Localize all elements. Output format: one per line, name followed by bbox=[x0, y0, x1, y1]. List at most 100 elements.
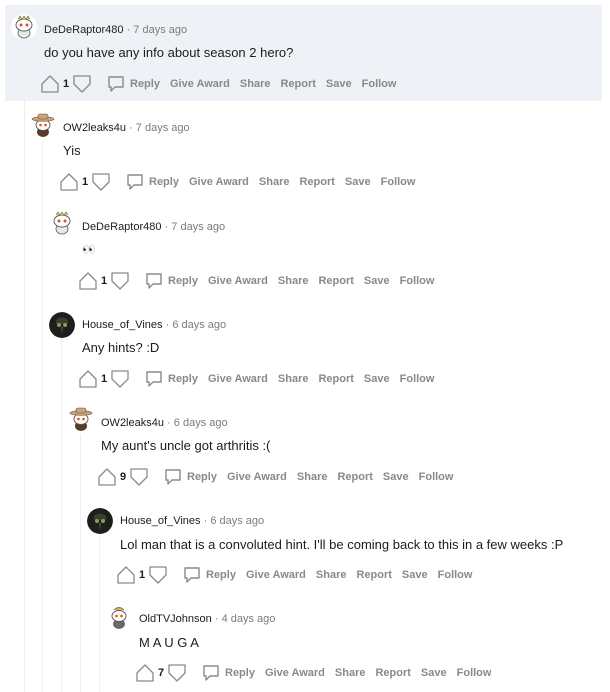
save-button[interactable]: Save bbox=[402, 569, 428, 581]
snoo-tv-avatar-icon[interactable] bbox=[106, 604, 132, 630]
comment-body: Yis bbox=[63, 143, 81, 158]
timestamp[interactable]: 7 days ago bbox=[171, 221, 225, 233]
report-button[interactable]: Report bbox=[375, 667, 410, 679]
reply-icon bbox=[201, 663, 221, 683]
save-button[interactable]: Save bbox=[383, 471, 409, 483]
follow-button[interactable]: Follow bbox=[438, 569, 473, 581]
timestamp[interactable]: 6 days ago bbox=[210, 515, 264, 527]
give-award-button[interactable]: Give Award bbox=[208, 373, 268, 385]
follow-button[interactable]: Follow bbox=[400, 373, 435, 385]
share-button[interactable]: Share bbox=[278, 373, 309, 385]
share-button[interactable]: Share bbox=[297, 471, 328, 483]
give-award-button[interactable]: Give Award bbox=[208, 275, 268, 287]
snoo-cowboy-avatar-icon[interactable] bbox=[68, 406, 94, 432]
meta-separator: · bbox=[164, 221, 169, 233]
upvote-icon[interactable] bbox=[59, 172, 79, 192]
meta-separator: · bbox=[126, 24, 131, 36]
reply-icon bbox=[144, 369, 164, 389]
meta-separator: · bbox=[165, 319, 170, 331]
username[interactable]: DeDeRaptor480 bbox=[82, 221, 162, 233]
timestamp[interactable]: 6 days ago bbox=[172, 319, 226, 331]
timestamp[interactable]: 6 days ago bbox=[174, 417, 228, 429]
snoo-dino-avatar-icon[interactable] bbox=[49, 210, 75, 236]
comment-actions: 1 Reply Give Award Share Report Save Fol… bbox=[78, 368, 434, 390]
save-button[interactable]: Save bbox=[364, 275, 390, 287]
give-award-button[interactable]: Give Award bbox=[246, 569, 306, 581]
comment-body: 👀 bbox=[82, 244, 96, 256]
save-button[interactable]: Save bbox=[421, 667, 447, 679]
downvote-icon[interactable] bbox=[110, 369, 130, 389]
comment-actions: 1 Reply Give Award Share Report Save Fol… bbox=[40, 73, 396, 95]
username[interactable]: DeDeRaptor480 bbox=[44, 24, 124, 36]
upvote-icon[interactable] bbox=[40, 74, 60, 94]
upvote-icon[interactable] bbox=[78, 271, 98, 291]
share-button[interactable]: Share bbox=[240, 78, 271, 90]
share-button[interactable]: Share bbox=[316, 569, 347, 581]
username[interactable]: House_of_Vines bbox=[82, 319, 163, 331]
upvote-icon[interactable] bbox=[116, 565, 136, 585]
username[interactable]: OldTVJohnson bbox=[139, 613, 212, 625]
save-button[interactable]: Save bbox=[345, 176, 371, 188]
timestamp[interactable]: 4 days ago bbox=[222, 613, 276, 625]
report-button[interactable]: Report bbox=[337, 471, 372, 483]
report-button[interactable]: Report bbox=[356, 569, 391, 581]
plague-doctor-avatar-icon[interactable] bbox=[49, 312, 75, 338]
save-button[interactable]: Save bbox=[326, 78, 352, 90]
reply-label: Reply bbox=[225, 667, 255, 679]
downvote-icon[interactable] bbox=[129, 467, 149, 487]
meta-separator: · bbox=[214, 613, 219, 625]
report-button[interactable]: Report bbox=[318, 373, 353, 385]
reply-button[interactable]: Reply bbox=[125, 172, 179, 192]
downvote-icon[interactable] bbox=[72, 74, 92, 94]
vote-score: 1 bbox=[81, 176, 89, 188]
reply-button[interactable]: Reply bbox=[144, 271, 198, 291]
give-award-button[interactable]: Give Award bbox=[227, 471, 287, 483]
report-button[interactable]: Report bbox=[299, 176, 334, 188]
reply-label: Reply bbox=[149, 176, 179, 188]
give-award-button[interactable]: Give Award bbox=[170, 78, 230, 90]
vote-score: 1 bbox=[62, 78, 70, 90]
upvote-icon[interactable] bbox=[135, 663, 155, 683]
username[interactable]: House_of_Vines bbox=[120, 515, 201, 527]
share-button[interactable]: Share bbox=[278, 275, 309, 287]
downvote-icon[interactable] bbox=[167, 663, 187, 683]
comment: OW2leaks4u · 6 days ago My aunt's uncle … bbox=[0, 392, 610, 490]
report-button[interactable]: Report bbox=[318, 275, 353, 287]
reply-label: Reply bbox=[168, 275, 198, 287]
username[interactable]: OW2leaks4u bbox=[101, 417, 164, 429]
follow-button[interactable]: Follow bbox=[419, 471, 454, 483]
reply-button[interactable]: Reply bbox=[163, 467, 217, 487]
reply-label: Reply bbox=[206, 569, 236, 581]
comment-body: Any hints? :D bbox=[82, 340, 160, 355]
save-button[interactable]: Save bbox=[364, 373, 390, 385]
follow-button[interactable]: Follow bbox=[457, 667, 492, 679]
reply-button[interactable]: Reply bbox=[106, 74, 160, 94]
downvote-icon[interactable] bbox=[148, 565, 168, 585]
reply-label: Reply bbox=[130, 78, 160, 90]
report-button[interactable]: Report bbox=[280, 78, 315, 90]
follow-button[interactable]: Follow bbox=[362, 78, 397, 90]
follow-button[interactable]: Follow bbox=[381, 176, 416, 188]
timestamp[interactable]: 7 days ago bbox=[133, 24, 187, 36]
snoo-cowboy-avatar-icon[interactable] bbox=[30, 112, 56, 138]
share-button[interactable]: Share bbox=[335, 667, 366, 679]
downvote-icon[interactable] bbox=[91, 172, 111, 192]
downvote-icon[interactable] bbox=[110, 271, 130, 291]
reply-button[interactable]: Reply bbox=[182, 565, 236, 585]
username[interactable]: OW2leaks4u bbox=[63, 122, 126, 134]
upvote-icon[interactable] bbox=[78, 369, 98, 389]
comment-header: DeDeRaptor480 · 7 days ago bbox=[82, 220, 225, 234]
upvote-icon[interactable] bbox=[97, 467, 117, 487]
comment-actions: 1 Reply Give Award Share Report Save Fol… bbox=[59, 171, 415, 193]
reply-button[interactable]: Reply bbox=[201, 663, 255, 683]
snoo-dino-avatar-icon[interactable] bbox=[11, 14, 37, 40]
reply-button[interactable]: Reply bbox=[144, 369, 198, 389]
follow-button[interactable]: Follow bbox=[400, 275, 435, 287]
give-award-button[interactable]: Give Award bbox=[189, 176, 249, 188]
give-award-button[interactable]: Give Award bbox=[265, 667, 325, 679]
vote-score: 7 bbox=[157, 667, 165, 679]
share-button[interactable]: Share bbox=[259, 176, 290, 188]
plague-doctor-avatar-icon[interactable] bbox=[87, 508, 113, 534]
comment-actions: 9 Reply Give Award Share Report Save Fol… bbox=[97, 466, 453, 488]
timestamp[interactable]: 7 days ago bbox=[136, 122, 190, 134]
